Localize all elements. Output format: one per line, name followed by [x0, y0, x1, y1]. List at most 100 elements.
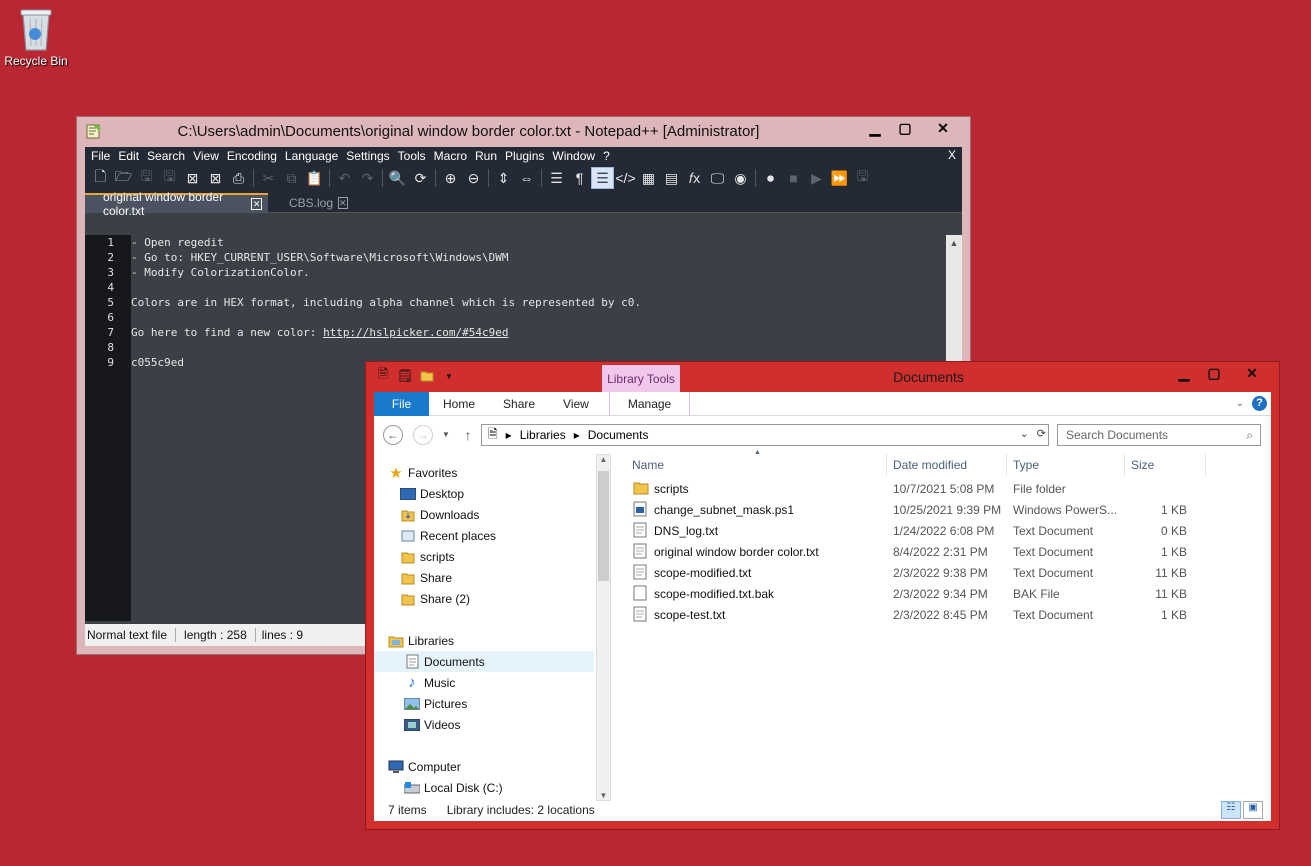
- sync-vertical-button[interactable]: ⇕: [492, 167, 515, 189]
- paste-button[interactable]: 📋: [303, 167, 326, 189]
- column-header-size[interactable]: Size: [1125, 454, 1206, 476]
- menu-plugins[interactable]: Plugins: [505, 149, 551, 163]
- maximize-button[interactable]: ▢: [1199, 362, 1229, 384]
- up-button[interactable]: ↑: [458, 425, 478, 445]
- nav-pictures[interactable]: Pictures: [404, 693, 467, 714]
- recent-locations-button[interactable]: ▼: [436, 425, 456, 445]
- new-file-button[interactable]: 🗋: [89, 167, 112, 189]
- save-macro-button[interactable]: 🖫: [851, 167, 874, 189]
- nav-pane-scrollbar[interactable]: ▲ ▼: [596, 454, 611, 801]
- menu-language[interactable]: Language: [285, 149, 345, 163]
- document-list-button[interactable]: ▤: [660, 167, 683, 189]
- nav-libraries[interactable]: Libraries: [388, 630, 454, 651]
- nav-recent-places[interactable]: Recent places: [400, 525, 496, 546]
- file-row[interactable]: scripts 10/7/2021 5:08 PM File folder: [631, 479, 1206, 500]
- close-button[interactable]: ✕: [920, 118, 966, 138]
- menu-macro[interactable]: Macro: [434, 149, 474, 163]
- show-all-chars-button[interactable]: ¶: [568, 167, 591, 189]
- column-header-date-modified[interactable]: Date modified: [887, 454, 1007, 476]
- close-tab-button[interactable]: ⊠: [181, 167, 204, 189]
- menu-encoding[interactable]: Encoding: [227, 149, 284, 163]
- open-file-button[interactable]: 🗁: [112, 167, 135, 189]
- file-row[interactable]: scope-modified.txt 2/3/2022 9:38 PM Text…: [631, 563, 1206, 584]
- close-all-button[interactable]: ⊠: [204, 167, 227, 189]
- zoom-out-button[interactable]: ⊖: [462, 167, 485, 189]
- back-button[interactable]: ←: [383, 425, 403, 445]
- tab-manage[interactable]: Manage: [608, 391, 691, 416]
- file-row[interactable]: original window border color.txt 8/4/202…: [631, 542, 1206, 563]
- replace-button[interactable]: ⟳: [409, 167, 432, 189]
- scrollbar-thumb[interactable]: [598, 471, 609, 581]
- qat-properties-button[interactable]: 🗒: [396, 367, 414, 385]
- folder-workspace-button[interactable]: 🖵: [706, 167, 729, 189]
- forward-button[interactable]: →: [413, 425, 433, 445]
- help-icon[interactable]: ?: [1252, 396, 1267, 411]
- tab-share[interactable]: Share: [489, 392, 549, 416]
- recycle-bin-shortcut[interactable]: Recycle Bin: [2, 6, 70, 68]
- hslpicker-link[interactable]: http://hslpicker.com/#54c9ed: [323, 326, 508, 339]
- indent-guide-button[interactable]: ☰: [591, 167, 614, 189]
- tab-cbs-log[interactable]: CBS.log ✕: [275, 193, 353, 213]
- column-header-name[interactable]: Name: [626, 454, 887, 476]
- expand-ribbon-icon[interactable]: ⌄: [1236, 398, 1244, 409]
- menu-tools[interactable]: Tools: [398, 149, 433, 163]
- explorer-titlebar[interactable]: 🗎 🗒 ▼ Library Tools Documents ▁ ▢ ✕: [366, 362, 1279, 393]
- menu-edit[interactable]: Edit: [118, 149, 146, 163]
- nav-music[interactable]: ♪ Music: [404, 672, 455, 693]
- minimize-button[interactable]: ▁: [1169, 362, 1199, 384]
- maximize-button[interactable]: ▢: [890, 118, 920, 138]
- menu-run[interactable]: Run: [475, 149, 504, 163]
- redo-button[interactable]: ↷: [356, 167, 379, 189]
- details-view-button[interactable]: ☷: [1221, 801, 1241, 819]
- print-button[interactable]: ⎙: [227, 167, 250, 189]
- search-input[interactable]: Search Documents ⌕: [1057, 424, 1261, 446]
- tab-home[interactable]: Home: [429, 392, 489, 416]
- tab-view[interactable]: View: [549, 392, 603, 416]
- column-header-type[interactable]: Type: [1007, 454, 1125, 476]
- find-button[interactable]: 🔍: [386, 167, 409, 189]
- close-document-button[interactable]: X: [948, 148, 956, 162]
- nav-desktop[interactable]: Desktop: [400, 483, 464, 504]
- function-list-button[interactable]: 𝑓x: [683, 167, 706, 189]
- scroll-up-icon[interactable]: ▲: [946, 235, 962, 251]
- properties-button[interactable]: 🗎: [374, 366, 392, 385]
- nav-share[interactable]: Share: [400, 567, 452, 588]
- menu-settings[interactable]: Settings: [346, 149, 396, 163]
- address-bar[interactable]: 🗎 ▸ Libraries ▸ Documents ⌄ ⟳: [481, 424, 1049, 446]
- file-row[interactable]: DNS_log.txt 1/24/2022 6:08 PM Text Docum…: [631, 521, 1206, 542]
- nav-share-2[interactable]: Share (2): [400, 588, 470, 609]
- tab-original-window-border-color[interactable]: original window border color.txt ✕: [85, 190, 268, 218]
- menu-file[interactable]: File: [91, 149, 117, 163]
- monitoring-button[interactable]: ◉: [729, 167, 752, 189]
- sync-horizontal-button[interactable]: ⇔: [515, 167, 538, 189]
- nav-downloads[interactable]: Downloads: [400, 504, 479, 525]
- copy-button[interactable]: ⧉: [280, 167, 303, 189]
- breadcrumb-libraries[interactable]: Libraries: [520, 428, 566, 442]
- tab-file[interactable]: File: [374, 391, 429, 416]
- xml-tags-button[interactable]: </>: [614, 167, 637, 189]
- file-row[interactable]: scope-test.txt 2/3/2022 8:45 PM Text Doc…: [631, 605, 1206, 626]
- undo-button[interactable]: ↶: [333, 167, 356, 189]
- play-macro-button[interactable]: ▶: [805, 167, 828, 189]
- nav-favorites[interactable]: ★ Favorites: [388, 462, 457, 483]
- explorer-window[interactable]: 🗎 🗒 ▼ Library Tools Documents ▁ ▢ ✕ File…: [365, 361, 1280, 830]
- address-history-icon[interactable]: ⌄: [1020, 427, 1029, 440]
- menu-view[interactable]: View: [193, 149, 226, 163]
- tab-close-icon[interactable]: ✕: [338, 197, 348, 209]
- menu-search[interactable]: Search: [147, 149, 192, 163]
- nav-scripts[interactable]: scripts: [400, 546, 455, 567]
- menu-window[interactable]: Window: [552, 149, 602, 163]
- zoom-in-button[interactable]: ⊕: [439, 167, 462, 189]
- refresh-icon[interactable]: ⟳: [1037, 427, 1046, 440]
- nav-local-disk-c[interactable]: Local Disk (C:): [404, 777, 503, 798]
- customize-qat-button[interactable]: ▼: [440, 367, 458, 385]
- large-icons-view-button[interactable]: ▣: [1243, 801, 1263, 819]
- scroll-up-icon[interactable]: ▲: [597, 455, 610, 469]
- nav-videos[interactable]: Videos: [404, 714, 460, 735]
- file-row[interactable]: scope-modified.txt.bak 2/3/2022 9:34 PM …: [631, 584, 1206, 605]
- breadcrumb-documents[interactable]: Documents: [588, 428, 649, 442]
- nav-computer[interactable]: Computer: [388, 756, 461, 777]
- notepad-titlebar[interactable]: C:\Users\admin\Documents\original window…: [77, 117, 970, 147]
- nav-documents[interactable]: Documents: [374, 651, 594, 672]
- menu-help[interactable]: ?: [603, 149, 617, 163]
